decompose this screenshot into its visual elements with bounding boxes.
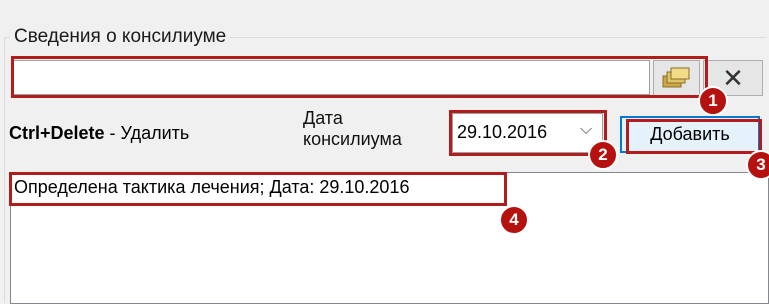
- callout-badge-4: 4: [499, 205, 529, 235]
- list-item[interactable]: Определена тактика лечения; Дата: 29.10.…: [14, 177, 409, 198]
- callout-badge-3: 3: [746, 150, 769, 180]
- folders-icon: [662, 67, 689, 88]
- callout-badge-2: 2: [588, 140, 618, 170]
- date-value: 29.10.2016: [457, 122, 548, 142]
- select-button[interactable]: [653, 60, 700, 96]
- date-label-line1: Дата: [303, 108, 343, 128]
- date-label-line2: консилиума: [303, 129, 402, 149]
- add-button[interactable]: Добавить: [620, 116, 760, 153]
- close-icon: ✕: [722, 62, 744, 93]
- callout-badge-1: 1: [698, 86, 728, 116]
- group-title: Сведения о консилиуме: [10, 26, 231, 48]
- shortcut-key: Ctrl+Delete: [9, 123, 105, 143]
- consilium-select-field[interactable]: [12, 60, 650, 95]
- delete-hint: Ctrl+Delete - Удалить: [9, 123, 189, 144]
- hint-action: Удалить: [120, 123, 190, 143]
- hint-separator: -: [104, 123, 121, 143]
- chevron-down-icon[interactable]: ⌵: [580, 121, 592, 139]
- date-label: Дата консилиума: [303, 108, 402, 150]
